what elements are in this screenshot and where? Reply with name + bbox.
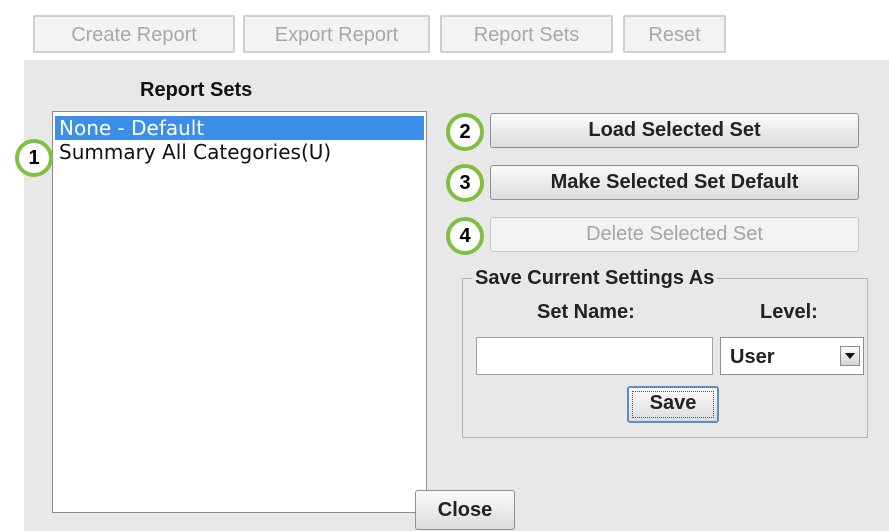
callout-2: 2	[446, 113, 484, 151]
load-selected-set-button[interactable]: Load Selected Set	[490, 113, 859, 148]
report-sets-title: Report Sets	[140, 79, 253, 101]
export-report-button[interactable]: Export Report	[243, 15, 430, 53]
level-select-value: User	[730, 346, 775, 368]
focus-ring	[632, 391, 714, 418]
list-item[interactable]: None - Default	[55, 116, 424, 140]
report-sets-list[interactable]: None - Default Summary All Categories(U)	[52, 111, 427, 513]
list-item[interactable]: Summary All Categories(U)	[55, 140, 424, 164]
make-selected-set-default-button[interactable]: Make Selected Set Default	[490, 165, 859, 200]
close-button[interactable]: Close	[415, 490, 515, 530]
set-name-input[interactable]	[476, 337, 713, 375]
level-label: Level:	[760, 301, 818, 323]
callout-4: 4	[446, 217, 484, 255]
delete-selected-set-button[interactable]: Delete Selected Set	[490, 217, 859, 252]
callout-3: 3	[446, 164, 484, 202]
save-settings-legend: Save Current Settings As	[472, 266, 718, 290]
level-select[interactable]: User	[720, 337, 864, 375]
save-button[interactable]: Save	[627, 386, 719, 423]
report-sets-button[interactable]: Report Sets	[440, 15, 613, 53]
reset-button[interactable]: Reset	[623, 15, 726, 53]
chevron-down-icon[interactable]	[840, 346, 860, 366]
set-name-label: Set Name:	[537, 301, 635, 323]
create-report-button[interactable]: Create Report	[33, 15, 235, 53]
callout-1: 1	[15, 139, 53, 177]
